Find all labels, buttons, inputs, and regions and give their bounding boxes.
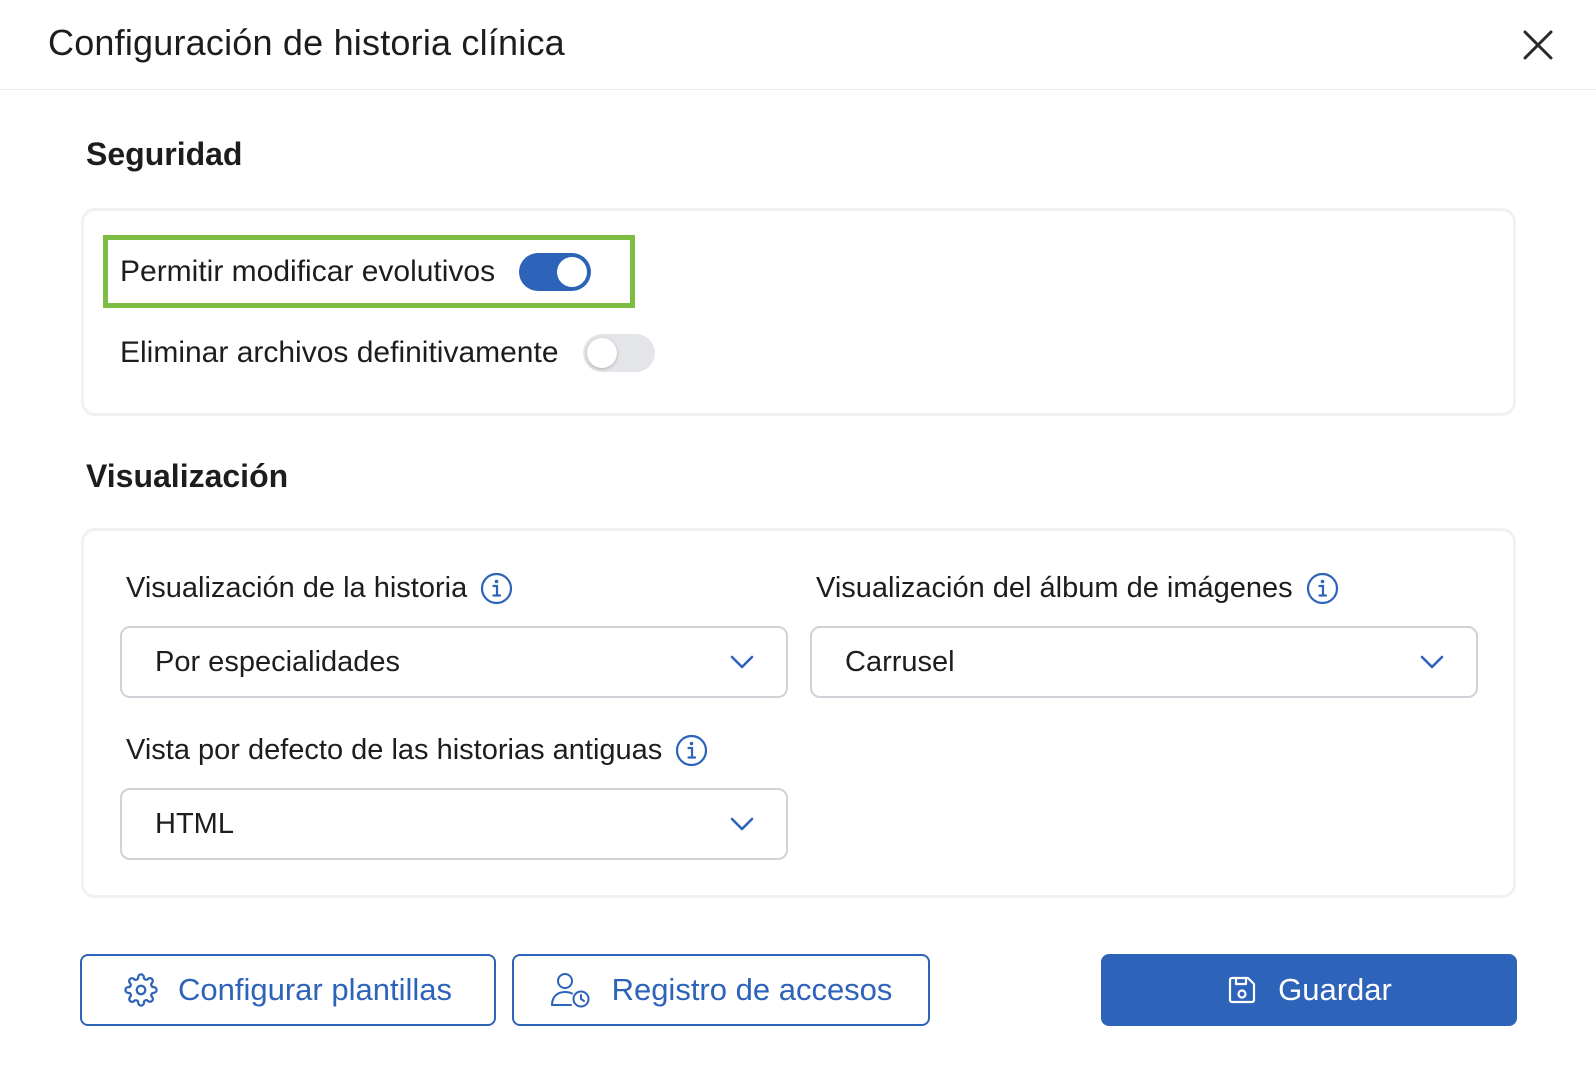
access-log-button[interactable]: Registro de accesos: [512, 954, 930, 1026]
field-label-album-imagenes: Visualización del álbum de imágenes: [816, 572, 1339, 605]
field-label-text: Visualización del álbum de imágenes: [816, 572, 1293, 604]
gear-icon: [124, 973, 158, 1007]
config-templates-button[interactable]: Configurar plantillas: [80, 954, 496, 1026]
chevron-down-icon: [730, 655, 754, 669]
toggle-knob: [586, 338, 617, 368]
access-log-label: Registro de accesos: [611, 972, 893, 1007]
save-label: Guardar: [1278, 972, 1392, 1007]
info-icon[interactable]: [1306, 572, 1339, 605]
field-label-historias-antiguas: Vista por defecto de las historias antig…: [126, 734, 708, 767]
toggle-row-eliminar-archivos: Eliminar archivos definitivamente: [120, 325, 655, 381]
field-label-text: Vista por defecto de las historias antig…: [126, 734, 663, 766]
select-visualizacion-historia[interactable]: Por especialidades: [120, 626, 788, 698]
select-value: HTML: [155, 807, 234, 840]
info-icon[interactable]: [675, 734, 708, 767]
floppy-disk-icon: [1229, 976, 1256, 1004]
user-clock-icon: [550, 973, 590, 1008]
field-label-text: Visualización de la historia: [126, 572, 468, 604]
save-button[interactable]: Guardar: [1101, 954, 1517, 1026]
dialog-title: Configuración de historia clínica: [48, 22, 565, 63]
highlight-box: [103, 235, 635, 308]
toggle-eliminar-archivos[interactable]: [582, 334, 655, 372]
close-button[interactable]: [1520, 27, 1556, 63]
select-album-imagenes[interactable]: Carrusel: [810, 626, 1478, 698]
close-icon: [1523, 30, 1553, 60]
select-value: Carrusel: [845, 645, 955, 678]
select-historias-antiguas[interactable]: HTML: [120, 788, 788, 860]
section-title-visualizacion: Visualización: [86, 458, 289, 494]
chevron-down-icon: [1420, 655, 1444, 669]
select-value: Por especialidades: [155, 645, 401, 678]
field-label-visualizacion-historia: Visualización de la historia: [126, 572, 513, 605]
config-templates-label: Configurar plantillas: [178, 972, 452, 1007]
chevron-down-icon: [730, 817, 754, 831]
dialog-header: Configuración de historia clínica: [0, 0, 1596, 90]
info-icon[interactable]: [480, 572, 513, 605]
toggle-label: Eliminar archivos definitivamente: [120, 336, 559, 369]
section-title-seguridad: Seguridad: [86, 136, 243, 172]
